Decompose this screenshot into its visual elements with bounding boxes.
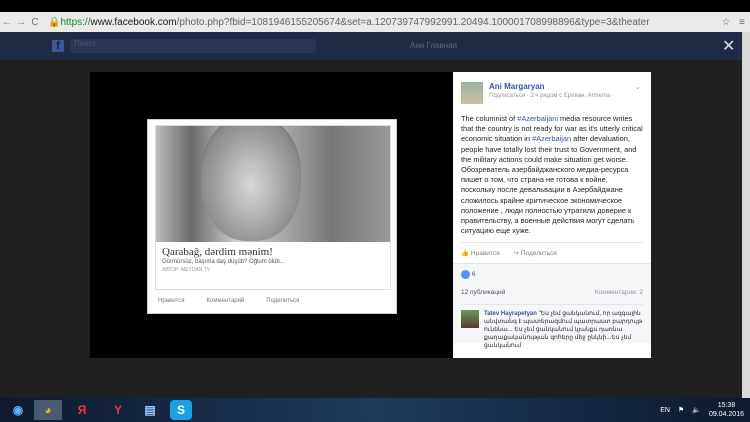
- photo-shared-link[interactable]: Qarabağ, dərdim mənim! Görmürsüz, başıma…: [147, 119, 397, 314]
- url-scheme: https://: [60, 16, 91, 28]
- like-icon: [461, 270, 470, 280]
- post-text: The columnist of #Azerbaijani media reso…: [453, 104, 651, 236]
- skype-icon[interactable]: S: [170, 400, 192, 420]
- avatar[interactable]: [461, 82, 483, 104]
- hashtag-link[interactable]: #Azerbaijani: [517, 114, 558, 123]
- comment-button[interactable]: Комментарий: [206, 298, 244, 304]
- scrollbar[interactable]: [742, 32, 750, 398]
- bookmark-star-icon[interactable]: ☆: [718, 17, 734, 28]
- search-input[interactable]: Поиск: [70, 39, 316, 53]
- post-panel: Ani Margaryan Подписаться · 2 ч рядом с …: [453, 72, 651, 358]
- likes-count[interactable]: 6: [472, 272, 476, 279]
- url-input[interactable]: 🔒 https://www.facebook.com/photo.php?fbi…: [48, 17, 718, 28]
- reload-icon[interactable]: C: [28, 17, 42, 28]
- share-button[interactable]: Поделиться: [266, 298, 299, 304]
- commenter-avatar[interactable]: [461, 310, 479, 329]
- menu-icon[interactable]: ≡: [734, 17, 750, 28]
- language-indicator[interactable]: EN: [660, 407, 670, 414]
- share-label: Поделиться: [520, 250, 557, 258]
- like-button[interactable]: 👍 Нравится: [461, 249, 500, 257]
- article-title: Qarabağ, dərdim mənim!: [162, 246, 273, 258]
- clock[interactable]: 15:38 09.04.2016: [709, 401, 744, 419]
- yandex-browser-icon[interactable]: Y: [104, 400, 132, 420]
- close-icon[interactable]: ✕: [722, 36, 735, 56]
- address-bar-row: ← → C 🔒 https://www.facebook.com/photo.p…: [0, 12, 750, 32]
- comments-count[interactable]: Комментарии: 2: [595, 289, 643, 296]
- like-button[interactable]: Нравится: [158, 298, 184, 304]
- facebook-header: f Поиск Ани Главная ✕: [0, 32, 742, 60]
- start-button-icon[interactable]: ◉: [4, 400, 32, 420]
- hashtag-link[interactable]: #Azerbaijan: [532, 134, 571, 143]
- forward-icon[interactable]: →: [14, 17, 28, 28]
- article-author: АВТОР: MEYDAN.TV: [162, 267, 211, 273]
- share-button[interactable]: ↪ Поделиться: [514, 249, 557, 257]
- chrome-icon[interactable]: ◕: [34, 400, 62, 420]
- notepad-icon[interactable]: ▤: [136, 400, 164, 420]
- comment-author[interactable]: Tatev Hayrapetyan: [484, 311, 537, 317]
- post-text-part: The columnist of: [461, 114, 518, 123]
- url-host: www.facebook.com: [90, 16, 177, 28]
- chevron-down-icon[interactable]: ⌄: [634, 82, 641, 91]
- date: 09.04.2016: [708, 411, 744, 418]
- volume-icon[interactable]: 🔈: [692, 406, 701, 414]
- lock-icon: 🔒: [48, 16, 61, 28]
- comment: Tatev Hayrapetyan "Ես չեմ ցանկանում, որ …: [461, 304, 643, 350]
- window-titlebar: [0, 0, 750, 12]
- post-text-ru: Обозреватель азербайджанского медиа-ресу…: [461, 165, 635, 236]
- article-photo: [156, 126, 390, 242]
- flag-icon[interactable]: ⚑: [678, 406, 684, 414]
- back-icon[interactable]: ←: [0, 17, 14, 28]
- yandex-icon[interactable]: Я: [68, 400, 96, 420]
- post-author[interactable]: Ani Margaryan: [489, 82, 614, 91]
- like-label: Нравится: [470, 250, 500, 258]
- facebook-logo-icon[interactable]: f: [52, 40, 64, 52]
- taskbar: ◉ ◕ Я Y ▤ S EN ⚑ 🔈 15:38 09.04.2016: [0, 398, 750, 422]
- time: 15:38: [717, 402, 736, 409]
- header-nav[interactable]: Ани Главная: [410, 41, 457, 50]
- shares-count[interactable]: 12 публикаций: [461, 289, 505, 296]
- url-path: /photo.php?fbid=1081946155205674&set=a.1…: [176, 16, 650, 28]
- post-meta: Подписаться · 2 ч рядом с Ереван, Armeni…: [489, 93, 614, 99]
